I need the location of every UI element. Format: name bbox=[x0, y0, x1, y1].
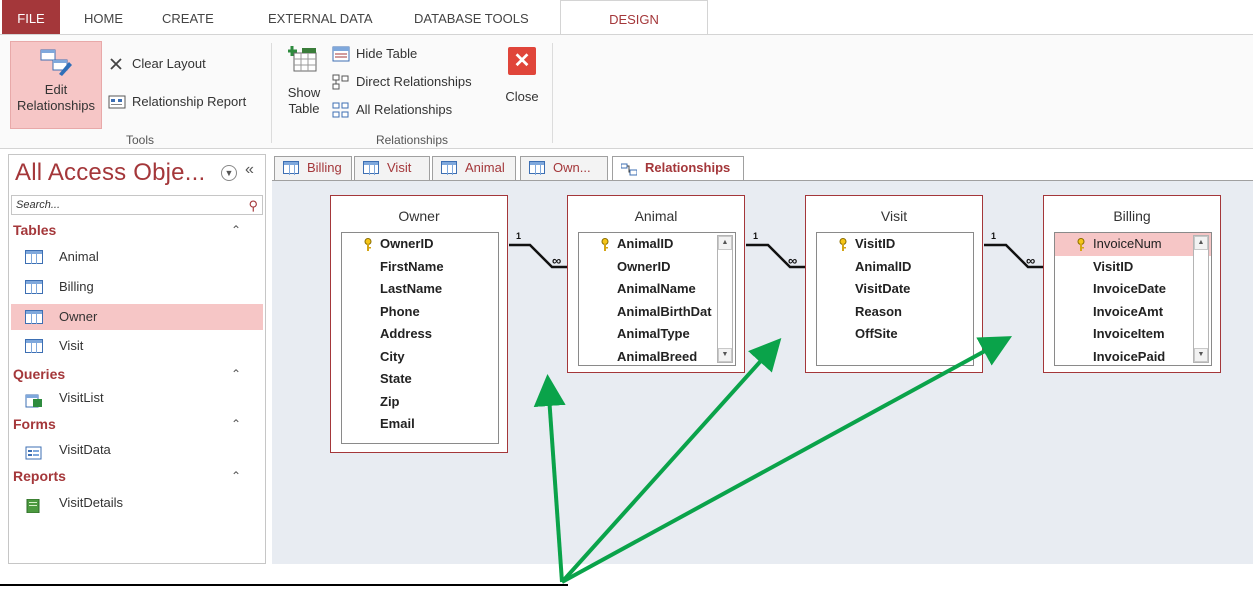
divider bbox=[0, 584, 568, 586]
arrow-to-visit-billing bbox=[561, 336, 1013, 584]
annotation-arrows bbox=[533, 336, 1013, 584]
arrow-to-animal-visit bbox=[560, 338, 782, 584]
arrow-to-owner-animal bbox=[533, 374, 566, 583]
